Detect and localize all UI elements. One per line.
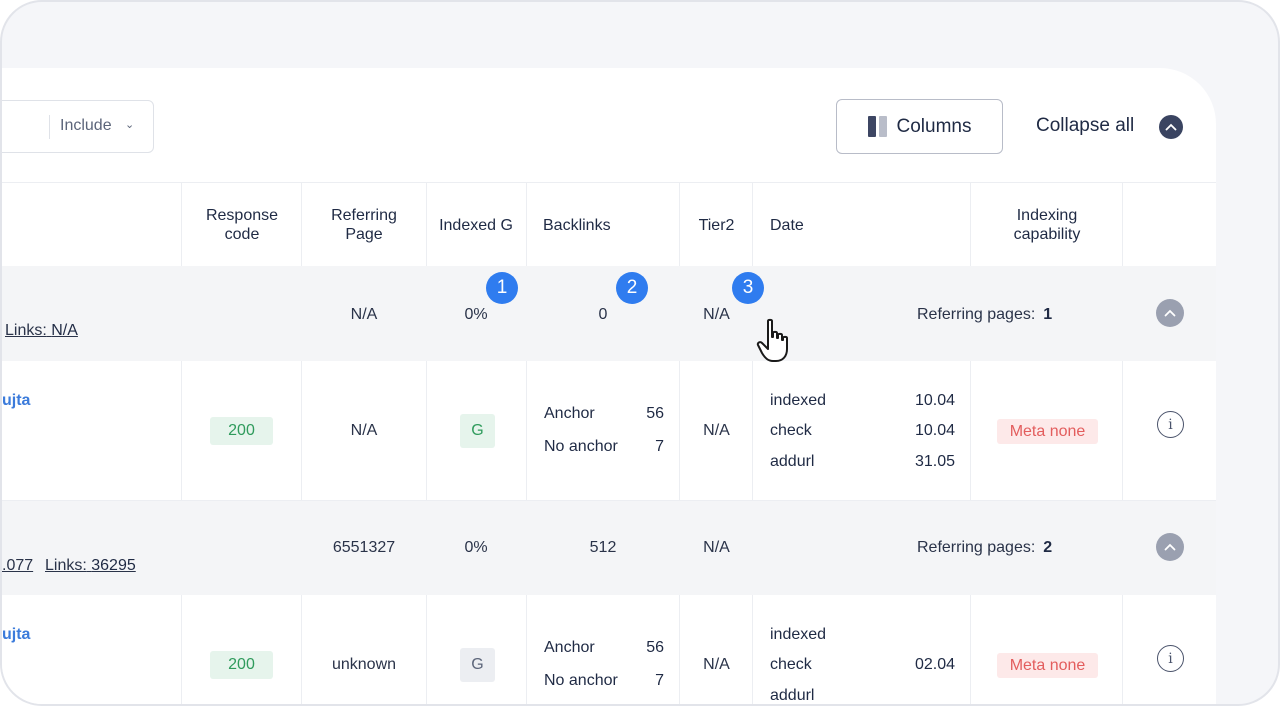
columns-button-label: Columns xyxy=(896,115,972,137)
date-label: indexed xyxy=(770,626,827,643)
filter-mode-label: Include xyxy=(60,117,112,134)
anchor-count: 56 xyxy=(646,639,664,656)
group-referring-page: 6551327 xyxy=(332,539,396,556)
group-backlinks: 0 xyxy=(598,306,608,323)
step-marker-3: 3 xyxy=(732,272,764,304)
url-link[interactable]: ujta xyxy=(2,392,30,410)
links-value: 36295 xyxy=(91,557,136,574)
date-label: indexed xyxy=(770,392,827,409)
links-count[interactable]: Links: 36295 xyxy=(45,557,136,575)
filter-divider xyxy=(49,115,50,139)
referring-pages-value: 1 xyxy=(1043,306,1053,323)
header-date[interactable]: Date xyxy=(753,183,971,267)
info-icon[interactable]: i xyxy=(1157,411,1184,438)
detail-referring-page: unknown xyxy=(331,656,397,673)
step-marker-1: 1 xyxy=(486,272,518,304)
status-badge: 200 xyxy=(210,417,273,445)
no-anchor-count: 7 xyxy=(655,672,664,689)
header-response-code[interactable]: Response code xyxy=(182,183,302,267)
group-indexed: 0% xyxy=(464,306,488,323)
referring-pages-count: Referring pages: 1 xyxy=(917,306,1052,324)
date-label: check xyxy=(770,422,812,439)
date-value: 10.04 xyxy=(914,422,955,439)
referring-pages-label: Referring pages: xyxy=(917,306,1036,323)
indexed-g-badge: G xyxy=(460,648,495,682)
chevron-up-icon[interactable] xyxy=(1159,115,1183,139)
group-referring-page: N/A xyxy=(350,306,378,323)
group-tier2: N/A xyxy=(703,306,730,323)
date-label: check xyxy=(770,656,812,673)
app-frame: Include ⌄ Columns Collapse all Response … xyxy=(0,0,1280,706)
links-count[interactable]: Links: N/A xyxy=(5,322,78,340)
detail-tier2: N/A xyxy=(703,656,730,673)
chevron-up-icon[interactable] xyxy=(1156,299,1184,327)
links-label: Links: xyxy=(5,322,47,339)
columns-button[interactable]: Columns xyxy=(836,99,1003,154)
table-row: ujta 200 N/A G Anchor 56 No anchor 7 N/A… xyxy=(2,361,1216,501)
table-row: ujta 200 unknown G Anchor 56 No anchor 7… xyxy=(2,595,1216,704)
referring-pages-label: Referring pages: xyxy=(917,539,1036,556)
anchor-count: 56 xyxy=(646,405,664,422)
date-value: 02.04 xyxy=(914,656,955,673)
date-value: 31.05 xyxy=(914,453,955,470)
group-row[interactable]: Links: N/A N/A 0% 0 N/A Referring pages:… xyxy=(2,266,1216,361)
links-label: Links: xyxy=(45,557,87,574)
header-indexing-capability[interactable]: Indexing capability xyxy=(971,183,1123,267)
anchor-label: Anchor xyxy=(544,639,595,656)
header-referring-page[interactable]: Referring Page xyxy=(302,183,426,267)
status-badge: 200 xyxy=(210,651,273,679)
collapse-all-button[interactable]: Collapse all xyxy=(1036,115,1134,137)
group-prefix-value[interactable]: .077 xyxy=(2,557,33,575)
chevron-up-icon[interactable] xyxy=(1156,533,1184,561)
filter-select[interactable]: Include ⌄ xyxy=(2,100,154,153)
group-tier2: N/A xyxy=(703,539,730,556)
header-tier2[interactable]: Tier2 xyxy=(680,183,753,267)
date-value: 10.04 xyxy=(914,392,955,409)
backlinks-panel: Include ⌄ Columns Collapse all Response … xyxy=(2,68,1216,704)
indexed-g-badge: G xyxy=(460,414,495,448)
step-marker-2: 2 xyxy=(616,272,648,304)
referring-pages-count: Referring pages: 2 xyxy=(917,539,1052,557)
detail-tier2: N/A xyxy=(703,422,730,439)
group-backlinks: 512 xyxy=(589,539,617,556)
anchor-label: Anchor xyxy=(544,405,595,422)
date-label: addurl xyxy=(770,453,815,470)
referring-pages-value: 2 xyxy=(1043,539,1053,556)
group-row[interactable]: .077 Links: 36295 6551327 0% 512 N/A Ref… xyxy=(2,501,1216,595)
indexing-capability-badge: Meta none xyxy=(997,419,1098,444)
chevron-down-icon: ⌄ xyxy=(125,119,135,131)
url-link[interactable]: ujta xyxy=(2,626,30,644)
links-value: N/A xyxy=(51,322,78,339)
info-icon[interactable]: i xyxy=(1157,645,1184,672)
no-anchor-count: 7 xyxy=(655,438,664,455)
indexing-capability-badge: Meta none xyxy=(997,653,1098,678)
group-indexed: 0% xyxy=(464,539,488,556)
detail-referring-page: N/A xyxy=(350,422,378,439)
date-label: addurl xyxy=(770,687,815,704)
no-anchor-label: No anchor xyxy=(544,672,618,689)
no-anchor-label: No anchor xyxy=(544,438,618,455)
header-backlinks[interactable]: Backlinks xyxy=(526,183,680,267)
header-indexed-g[interactable]: Indexed G xyxy=(426,183,526,267)
hand-pointer-cursor-icon xyxy=(756,318,788,362)
table-header: Response code Referring Page Indexed G B… xyxy=(2,182,1216,266)
columns-icon xyxy=(867,116,887,137)
